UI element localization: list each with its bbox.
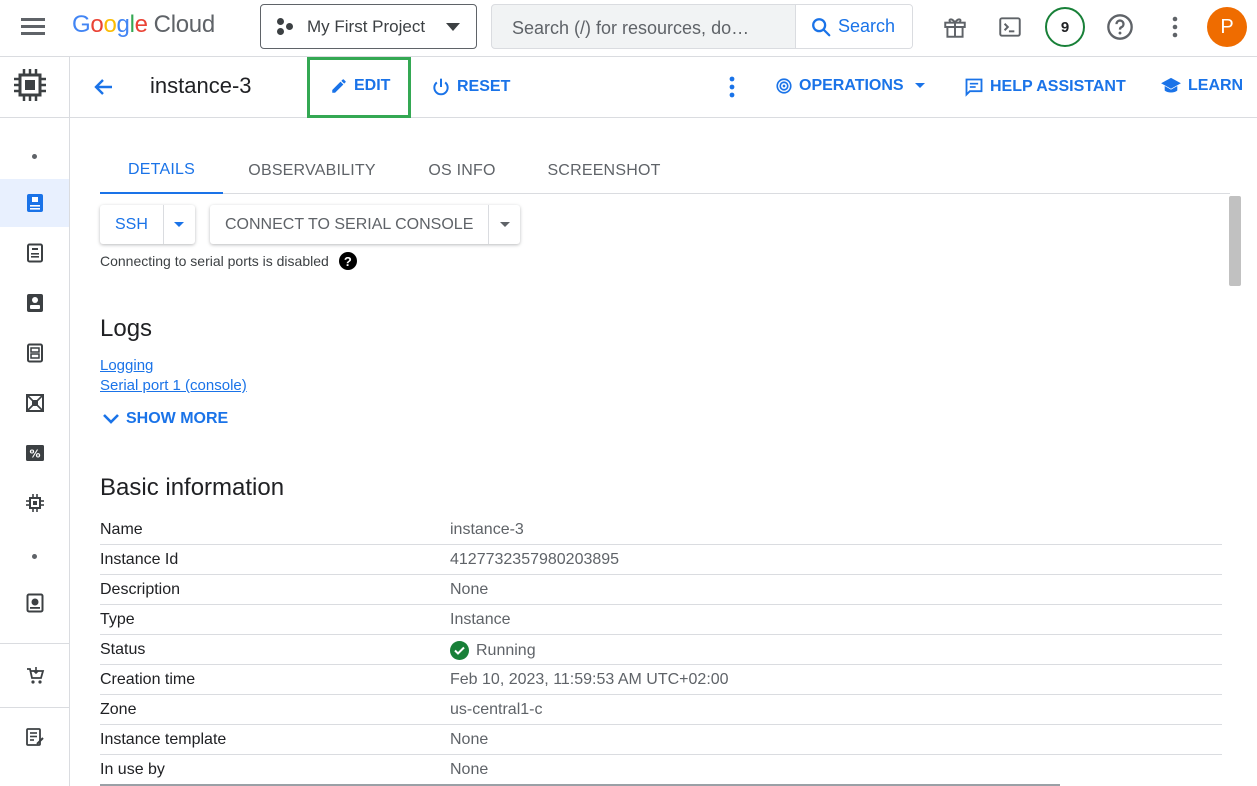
rail-divider bbox=[0, 707, 69, 708]
table-row: Instance Id 4127732357980203895 bbox=[100, 545, 1222, 575]
gift-icon[interactable] bbox=[940, 12, 970, 42]
scrollbar-thumb[interactable] bbox=[1229, 196, 1241, 286]
chat-icon bbox=[965, 78, 983, 97]
instance-templates-icon[interactable] bbox=[0, 229, 69, 277]
status-value: Running bbox=[450, 641, 536, 660]
page-header: instance-3 EDIT RESET OPERATIONS HELP AS… bbox=[70, 57, 1257, 118]
power-icon bbox=[433, 78, 449, 96]
basic-info-heading: Basic information bbox=[100, 474, 285, 501]
pencil-icon bbox=[332, 79, 346, 93]
google-cloud-logo[interactable]: Google Cloud bbox=[72, 11, 215, 39]
sole-tenant-nodes-icon[interactable] bbox=[0, 279, 69, 327]
logs-heading: Logs bbox=[100, 315, 153, 342]
search-button-label: Search bbox=[838, 16, 896, 36]
committed-use-discounts-icon[interactable]: % bbox=[0, 429, 69, 477]
svg-text:%: % bbox=[29, 448, 40, 461]
show-more-label: SHOW MORE bbox=[126, 410, 229, 427]
ssh-split-button: SSH bbox=[100, 205, 195, 244]
search-icon bbox=[812, 17, 831, 36]
tab-observability[interactable]: OBSERVABILITY bbox=[238, 148, 386, 194]
project-name: My First Project bbox=[307, 16, 426, 36]
left-nav-rail: % bbox=[0, 57, 70, 786]
serial-console-split-button: CONNECT TO SERIAL CONSOLE bbox=[210, 205, 521, 244]
back-arrow-icon[interactable] bbox=[92, 75, 116, 104]
rail-divider bbox=[0, 117, 69, 118]
search-input[interactable]: Search (/) for resources, do… bbox=[512, 18, 749, 39]
learn-label: LEARN bbox=[1188, 77, 1244, 94]
help-assistant-button[interactable]: HELP ASSISTANT bbox=[964, 77, 1126, 97]
show-more-button[interactable]: SHOW MORE bbox=[102, 410, 228, 428]
rail-section-dot bbox=[0, 132, 69, 180]
tab-os-info[interactable]: OS INFO bbox=[416, 148, 508, 194]
reset-label: RESET bbox=[457, 78, 511, 95]
migrate-to-vms-icon[interactable] bbox=[0, 479, 69, 527]
operations-label: OPERATIONS bbox=[799, 77, 904, 94]
table-row: Creation time Feb 10, 2023, 11:59:53 AM U… bbox=[100, 665, 1222, 695]
ssh-dropdown-icon[interactable] bbox=[162, 205, 195, 244]
avatar[interactable]: P bbox=[1207, 7, 1247, 47]
caret-down-icon bbox=[914, 83, 925, 88]
top-bar: Google Cloud My First Project Search (/) … bbox=[0, 0, 1257, 57]
basic-info-table: Name instance-3 Instance Id 41277323579802… bbox=[100, 515, 1222, 785]
help-circle-icon[interactable]: ? bbox=[338, 252, 357, 270]
machine-images-icon[interactable] bbox=[0, 329, 69, 377]
table-row: Name instance-3 bbox=[100, 515, 1222, 545]
project-dots-icon bbox=[277, 17, 295, 36]
search-bar[interactable]: Search (/) for resources, do… Search bbox=[491, 4, 913, 49]
serial-hint-text: Connecting to serial ports is disabled bbox=[100, 253, 329, 269]
marketplace-icon[interactable] bbox=[0, 651, 69, 699]
table-row: Status Running bbox=[100, 635, 1222, 665]
serial-console-button[interactable]: CONNECT TO SERIAL CONSOLE bbox=[210, 205, 488, 244]
check-circle-icon bbox=[450, 641, 469, 660]
help-icon[interactable] bbox=[1105, 12, 1135, 42]
cloud-shell-icon[interactable] bbox=[995, 12, 1025, 42]
operations-icon bbox=[776, 78, 792, 94]
tab-screenshot[interactable]: SCREENSHOT bbox=[538, 148, 670, 194]
ssh-button[interactable]: SSH bbox=[100, 205, 163, 244]
compute-engine-icon[interactable] bbox=[12, 67, 48, 108]
edit-label: EDIT bbox=[354, 77, 391, 94]
more-actions-icon[interactable] bbox=[728, 75, 736, 104]
search-button[interactable]: Search bbox=[795, 5, 912, 48]
table-row: Instance template None bbox=[100, 725, 1222, 755]
serial-console-dropdown-icon[interactable] bbox=[488, 205, 520, 244]
tab-bar: DETAILS OBSERVABILITY OS INFO SCREENSHOT bbox=[100, 148, 1230, 194]
logging-link[interactable]: Logging bbox=[100, 357, 153, 374]
chevron-down-icon bbox=[103, 414, 119, 424]
serial-hint: Connecting to serial ports is disabled ? bbox=[100, 252, 357, 270]
reset-button[interactable]: RESET bbox=[431, 77, 510, 97]
table-row: In use by None bbox=[100, 761, 489, 778]
learn-button[interactable]: LEARN bbox=[1160, 77, 1243, 95]
table-row: Zone us-central1-c bbox=[100, 695, 1222, 725]
tab-details[interactable]: DETAILS bbox=[100, 148, 223, 194]
notifications-badge[interactable]: 9 bbox=[1045, 7, 1085, 47]
table-row: Type Instance bbox=[100, 605, 1222, 635]
edit-button[interactable]: EDIT bbox=[330, 77, 390, 95]
school-icon bbox=[1161, 77, 1181, 93]
storage-disks-icon[interactable] bbox=[0, 579, 69, 627]
help-assistant-label: HELP ASSISTANT bbox=[990, 78, 1126, 95]
rail-divider bbox=[0, 643, 69, 644]
table-row: Description None bbox=[100, 575, 1222, 605]
status-text: Running bbox=[476, 641, 536, 659]
page-title: instance-3 bbox=[150, 73, 252, 98]
rail-section-dot bbox=[0, 532, 69, 580]
tpus-icon[interactable] bbox=[0, 379, 69, 427]
project-picker[interactable]: My First Project bbox=[260, 4, 477, 49]
operations-button[interactable]: OPERATIONS bbox=[775, 77, 926, 95]
caret-down-icon bbox=[446, 23, 460, 31]
hamburger-menu-icon[interactable] bbox=[17, 13, 49, 41]
more-vert-icon[interactable] bbox=[1160, 12, 1190, 42]
serial-port-link[interactable]: Serial port 1 (console) bbox=[100, 377, 247, 394]
release-notes-icon[interactable] bbox=[0, 713, 69, 761]
vm-instances-icon[interactable] bbox=[0, 179, 69, 227]
